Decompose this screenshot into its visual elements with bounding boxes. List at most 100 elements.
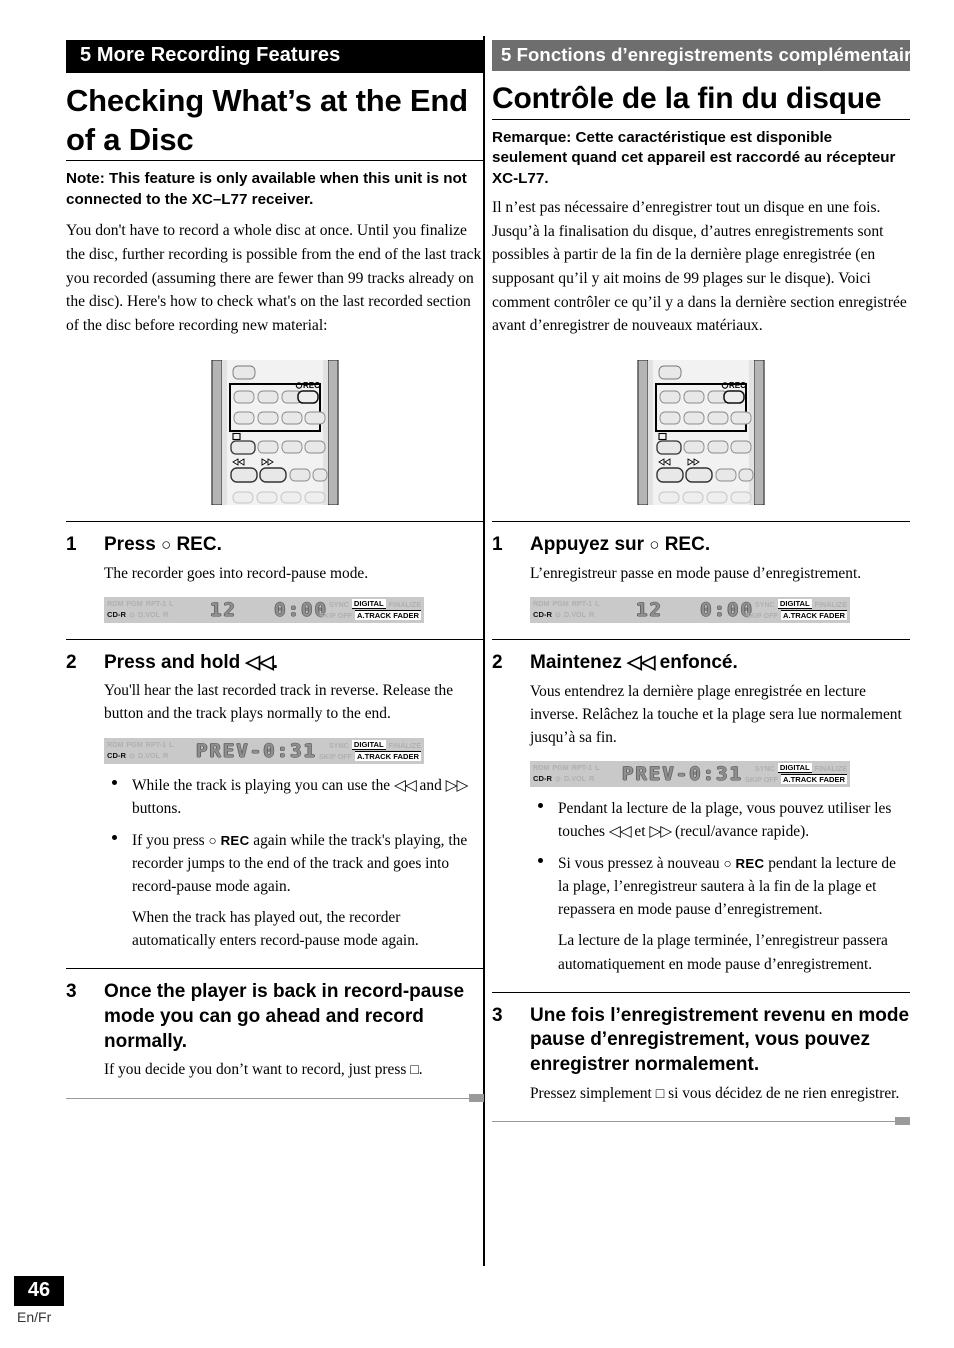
indicator-channel-right: R (162, 751, 169, 761)
english-note: Note: This feature is only available whe… (66, 169, 467, 208)
step-title: Maintenez ◁◁ enfoncé. (530, 651, 910, 676)
french-intro: Il n’est pas nécessaire d’enregistrer to… (492, 199, 907, 335)
indicator-finalize: FINALIZE (388, 740, 421, 750)
section-end-marker-french (492, 1117, 910, 1126)
french-bullet-list: Pendant la lecture de la plage, vous pou… (530, 797, 910, 922)
rewind-icon: ◁◁ (627, 651, 655, 673)
page-language-label: En/Fr (17, 1309, 52, 1325)
main-text-readout: PREV-0:31 (622, 762, 743, 785)
rule-above-step3-en (66, 968, 484, 970)
rec-circle-icon: ○ (208, 832, 217, 848)
english-bullet-list: While the track is playing you can use t… (104, 774, 484, 899)
bullet-text-c: buttons. (132, 799, 182, 817)
bullet-text-a: While the track is playing you can use t… (132, 776, 391, 794)
step-2-english: 2 Press and hold ◁◁. You'll hear the las… (66, 651, 484, 953)
step-title-punctuation: enfoncé. (654, 651, 738, 673)
step-title-text: Press and hold (104, 651, 241, 673)
step-title: Press and hold ◁◁. (104, 651, 484, 676)
page-title-french: Contrôle de la fin du disque (492, 82, 882, 116)
step-title-text: Press (104, 533, 156, 555)
indicator-rpt1: RPT-1 (571, 763, 593, 773)
step-description: L’enregistreur passe en mode pause d’enr… (530, 564, 862, 582)
rewind-icon: ◁◁ (245, 651, 273, 673)
french-heading-block: Contrôle de la fin du disque (492, 80, 910, 120)
indicator-dvol: D.VOL (564, 610, 586, 620)
indicator-rpt1: RPT-1 (145, 599, 167, 609)
indicator-pgm: PGM (552, 763, 569, 773)
french-note: Remarque: Cette caractéristique est disp… (492, 128, 896, 188)
remote-illustration-french: REC (492, 360, 910, 506)
rule-above-step3-fr (492, 991, 910, 993)
list-item: Pendant la lecture de la plage, vous pou… (530, 797, 910, 843)
indicator-skip-off: SKIP OFF (318, 610, 352, 620)
indicator-disc: ⊙ (128, 610, 136, 620)
step-description-text-b: si vous décidez de ne rien enregistrer. (664, 1084, 900, 1102)
indicator-cdr: CD-R (107, 610, 126, 620)
fast-forward-icon: ▷▷ (445, 776, 469, 794)
indicator-rdm: RDM (107, 599, 124, 609)
rule-above-step1-fr (492, 521, 910, 523)
step-description: If you decide you don’t want to record, … (104, 1058, 484, 1081)
end-marker-blob-icon (895, 1117, 910, 1126)
display-readout-1-english: RDM PGM RPT-1 L CD-R ⊙ D.VOL R 12 0:00 S… (104, 596, 424, 623)
indicator-rdm: RDM (107, 740, 124, 750)
step-3-english: 3 Once the player is back in record-paus… (66, 980, 484, 1081)
indicator-rpt1: RPT-1 (145, 740, 167, 750)
rule-above-step2-en (66, 638, 484, 640)
rec-label: REC (664, 534, 705, 556)
indicator-sync: SYNC (754, 763, 775, 773)
list-item: Si vous pressez à nouveau ○ REC pendant … (530, 852, 910, 921)
indicator-track-fader: A.TRACK FADER (354, 751, 421, 762)
indicator-dvol: D.VOL (138, 751, 160, 761)
rec-circle-icon: ○ (161, 534, 172, 554)
step-title-punctuation: . (216, 533, 222, 555)
step-number: 1 (66, 533, 77, 555)
rec-label: REC (735, 856, 765, 872)
step-number: 3 (66, 981, 77, 1003)
indicator-channel-left: L (169, 599, 174, 609)
step-number: 2 (66, 651, 77, 673)
rule-above-step1-en (66, 520, 484, 522)
step-description-punctuation: . (418, 1061, 423, 1079)
indicator-cdr: CD-R (533, 610, 552, 620)
step-description-text-a: Pressez simplement (530, 1084, 652, 1102)
step-2-french: 2 Maintenez ◁◁ enfoncé. Vous entendrez l… (492, 651, 910, 976)
indicator-pgm: PGM (126, 740, 143, 750)
page-title-english: Checking What’s at the End of a Disc (66, 83, 468, 158)
step-title: Une fois l’enregistrement revenu en mode… (530, 1004, 910, 1076)
track-number-readout: 12 (636, 598, 663, 621)
indicator-channel-left: L (595, 599, 600, 609)
indicator-dvol: D.VOL (564, 774, 586, 784)
rec-label: REC (729, 381, 746, 390)
remote-illustration-english: REC (66, 359, 484, 505)
indicator-track-fader: A.TRACK FADER (780, 610, 847, 621)
french-bullet-follow-note: La lecture de la plage terminée, l’enreg… (558, 932, 888, 973)
english-column: 5 More Recording Features Checking What’… (66, 40, 484, 1102)
indicator-pgm: PGM (552, 599, 569, 609)
step-description: Pressez simplement □ si vous décidez de … (530, 1082, 910, 1105)
list-item: While the track is playing you can use t… (104, 774, 484, 820)
indicator-track-fader: A.TRACK FADER (354, 610, 421, 621)
indicator-sync: SYNC (328, 740, 349, 750)
indicator-rpt1: RPT-1 (571, 599, 593, 609)
indicator-channel-left: L (169, 740, 174, 750)
indicator-cdr: CD-R (533, 774, 552, 784)
step-title-punctuation: . (704, 534, 711, 556)
indicator-skip-off: SKIP OFF (744, 774, 778, 784)
rec-label: REC (176, 533, 217, 555)
indicator-disc: ⊙ (128, 751, 136, 761)
page-footer: 46 En/Fr (14, 1276, 64, 1325)
english-intro: You don't have to record a whole disc at… (66, 222, 482, 335)
french-column: 5 Fonctions d’enregistrements complément… (492, 40, 932, 1126)
bullet-text-b: et (634, 823, 646, 841)
indicator-finalize: FINALIZE (814, 599, 847, 609)
indicator-skip-off: SKIP OFF (318, 751, 352, 761)
page-number: 46 (14, 1276, 64, 1306)
rewind-icon: ◁◁ (394, 776, 417, 794)
indicator-sync: SYNC (754, 599, 775, 609)
step-1-english: 1 Press ○ REC. The recorder goes into re… (66, 533, 484, 623)
rec-label: REC (220, 832, 250, 848)
section-end-marker-english (66, 1093, 484, 1102)
bullet-text-c: (recul/avance rapide). (674, 823, 810, 841)
main-text-readout: PREV-0:31 (196, 739, 317, 762)
